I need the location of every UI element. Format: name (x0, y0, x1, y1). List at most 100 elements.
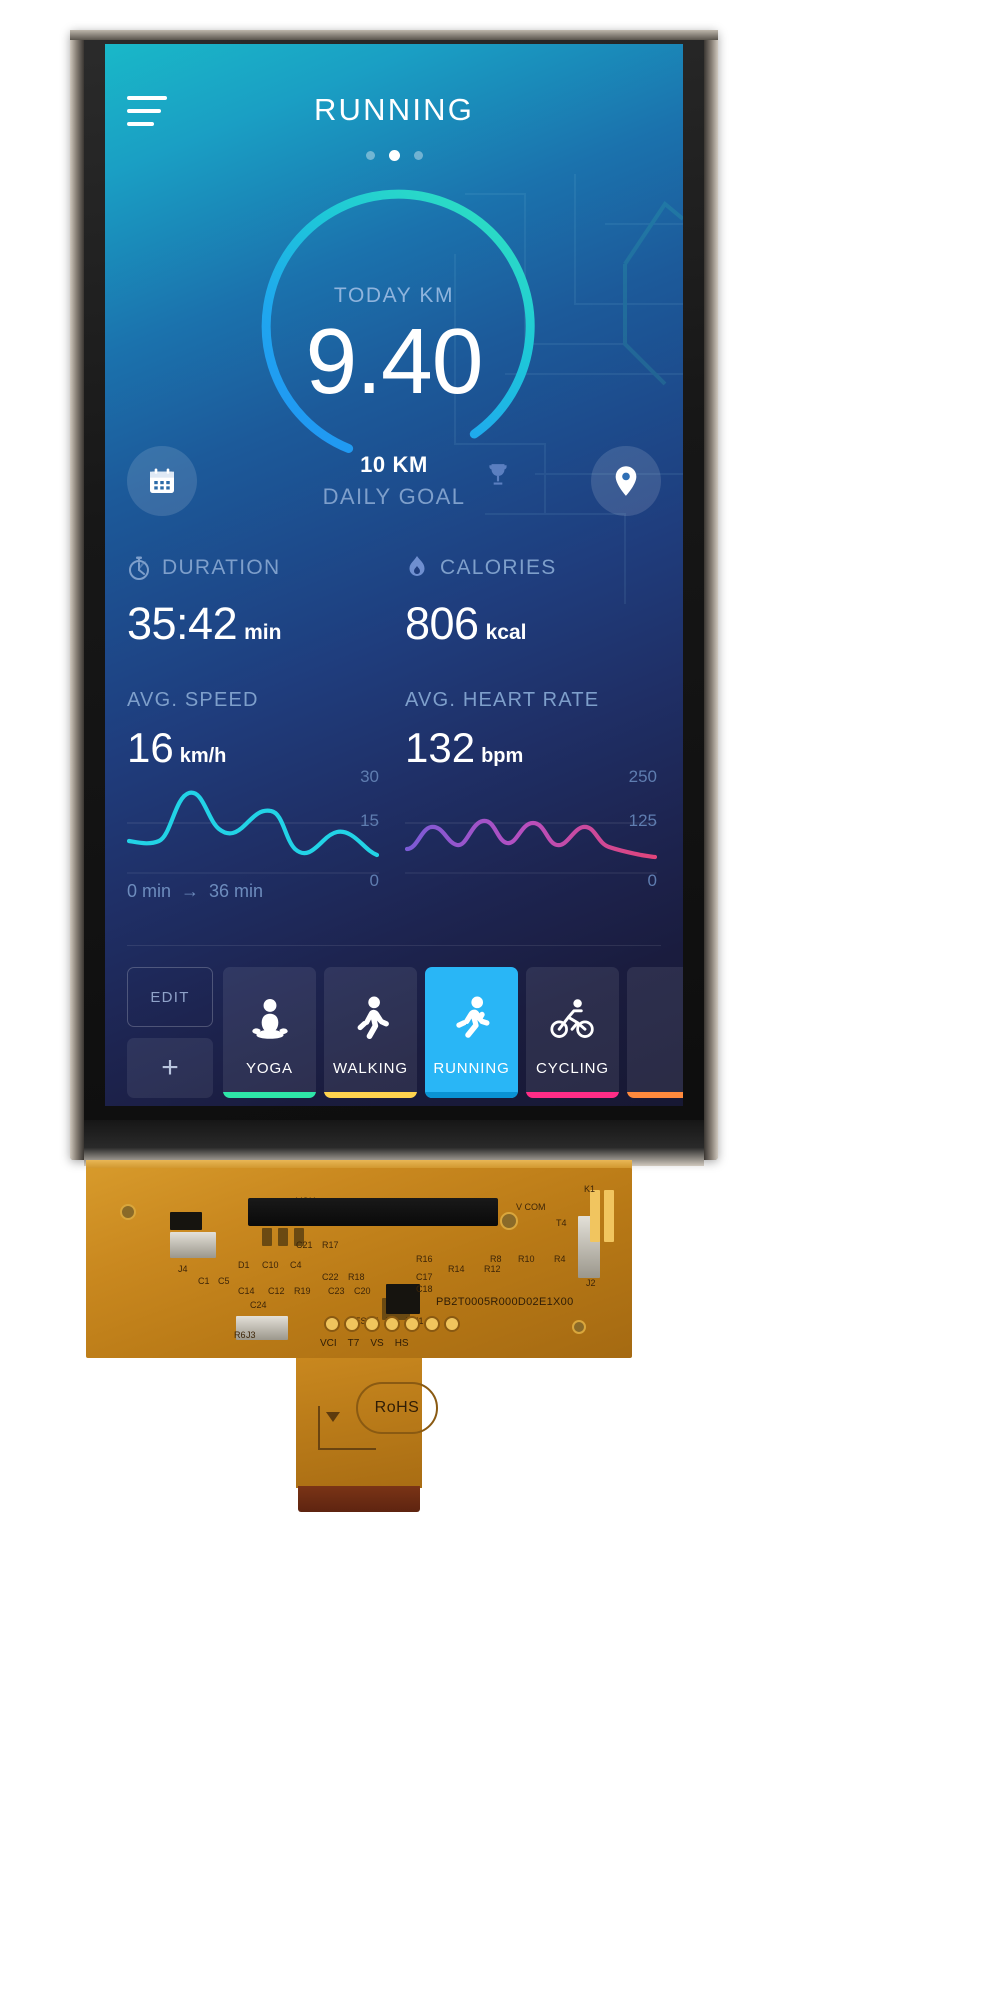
pcb-silkscreen-label: C20 (354, 1286, 371, 1296)
test-point (364, 1316, 380, 1332)
test-point-row (324, 1316, 460, 1332)
test-point (324, 1316, 340, 1332)
stat-unit: min (244, 621, 282, 644)
arrow-right-icon: → (181, 881, 200, 901)
edit-button-label: EDIT (150, 988, 190, 1006)
chart-x-end: 36 min (209, 881, 264, 901)
location-button[interactable] (591, 446, 661, 516)
chart-unit: km/h (179, 745, 227, 767)
activity-tab-accent (425, 1092, 518, 1098)
chart-unit: bpm (481, 745, 524, 767)
stat-number: 806 (405, 598, 479, 649)
activity-tabs: YOGA WALKING RUNNING CYCLING (223, 967, 683, 1098)
chart-x-start: 0 min (127, 881, 172, 901)
activity-tab-accent (223, 1092, 316, 1098)
stopwatch-icon (129, 556, 149, 580)
pcb-silkscreen-label: C23 (328, 1286, 345, 1296)
activity-tab-cycling[interactable]: CYCLING (526, 967, 619, 1098)
pcb-silkscreen-label: R6 (234, 1330, 246, 1340)
driver-ic (248, 1198, 498, 1226)
calendar-button[interactable] (127, 446, 197, 516)
location-pin-icon (615, 466, 637, 496)
pcb-silkscreen-label: K1 (584, 1184, 596, 1194)
test-point-labels: VCI T7 VS HS (320, 1338, 570, 1349)
chart-number: 16 (127, 724, 174, 771)
chart-panels: AVG. SPEED 16 km/h 30 15 0 0 min → 36 mi… (105, 689, 683, 939)
pcb-silkscreen-label: J2 (586, 1278, 596, 1288)
pcb-silkscreen-label: T4 (556, 1218, 567, 1228)
page-dot[interactable] (413, 151, 423, 160)
activity-tab-label: WALKING (333, 1060, 408, 1077)
chart-avg-speed: AVG. SPEED 16 km/h 30 15 0 0 min → 36 mi… (126, 689, 380, 929)
test-pad-k1 (590, 1190, 600, 1242)
test-point (424, 1316, 440, 1332)
pcb-silkscreen-label: R17 (322, 1240, 339, 1250)
pcb-silkscreen-label: R12 (484, 1264, 501, 1274)
running-icon (455, 996, 489, 1038)
page-title: RUNNING (313, 92, 475, 127)
stat-unit: kcal (485, 621, 527, 644)
bezel-top-edge (70, 30, 718, 40)
pcb-silkscreen-label: C18 (416, 1284, 433, 1294)
pcb-silkscreen-label: J4 (178, 1264, 188, 1274)
chart-value: 132 bpm (405, 724, 657, 772)
divider (127, 945, 661, 946)
pcb-silkscreen-label: R4 (554, 1254, 566, 1264)
page-dot[interactable] (365, 151, 375, 160)
speed-sparkline (126, 790, 380, 874)
pcb-silkscreen-label: C5 (218, 1276, 230, 1286)
chart-tick-low: 0 (647, 871, 657, 890)
test-point-label: HS (394, 1338, 409, 1349)
add-activity-button[interactable]: + (127, 1038, 213, 1098)
stat-duration: DURATION 35:42 min (127, 554, 397, 650)
pcb-silkscreen-label: C12 (268, 1286, 285, 1296)
activity-tab-more[interactable] (627, 967, 683, 1098)
test-point-label: T7 (347, 1338, 360, 1349)
pcb-silkscreen-label: C22 (322, 1272, 339, 1282)
yoga-icon (251, 998, 288, 1039)
pcb-silkscreen-label: J3 (246, 1330, 256, 1340)
pcb-silkscreen-label: C1 (198, 1276, 210, 1286)
activity-tab-accent (627, 1092, 683, 1098)
stat-value: 806 kcal (405, 598, 675, 650)
stat-value: 35:42 min (127, 598, 397, 650)
page-indicator[interactable] (105, 150, 683, 161)
page-dot-active[interactable] (388, 150, 400, 161)
test-point-label: VS (370, 1338, 384, 1349)
edit-button[interactable]: EDIT (127, 967, 213, 1027)
app-header: RUNNING (105, 44, 683, 164)
calendar-icon (150, 468, 174, 493)
mounting-via-2 (500, 1212, 518, 1230)
hero-label: TODAY KM (333, 284, 455, 307)
smd-ic-small (170, 1212, 202, 1230)
activity-tab-accent (526, 1092, 619, 1098)
bezel-right-edge (704, 30, 718, 1160)
pcb-silkscreen-label: R18 (348, 1272, 365, 1282)
activity-tab-label: RUNNING (433, 1060, 510, 1077)
chart-tick-mid: 125 (628, 811, 657, 830)
distance-hero: TODAY KM 9.40 10 KM DAILY GOAL (105, 174, 683, 554)
test-point (404, 1316, 420, 1332)
pcb-silkscreen-label: C17 (416, 1272, 433, 1282)
activity-tab-yoga[interactable]: YOGA (223, 967, 316, 1098)
activity-bar: EDIT + YOGA WALKING RUNNING CYCLING (105, 945, 683, 1106)
chart-tick-high: 30 (360, 767, 379, 786)
pcb-silkscreen-label: R14 (448, 1264, 465, 1274)
pcb-silkscreen-label: R16 (416, 1254, 433, 1264)
activity-tab-walking[interactable]: WALKING (324, 967, 417, 1098)
chart-avg-heart-rate: AVG. HEART RATE 132 bpm 250 125 0 (404, 689, 658, 929)
summary-stats: DURATION 35:42 min CALORIES 806 kcal (105, 554, 683, 674)
test-pad-k2 (604, 1190, 614, 1242)
activity-tab-running[interactable]: RUNNING (425, 967, 518, 1098)
chart-tick-mid: 15 (360, 811, 379, 830)
pcb-silkscreen-label: C10 (262, 1260, 279, 1270)
distance-value: 9.40 (305, 309, 483, 413)
stat-number: 35:42 (127, 598, 238, 649)
stat-label: CALORIES (440, 556, 557, 579)
chart-title: AVG. HEART RATE (405, 689, 600, 711)
chart-title: AVG. SPEED (127, 689, 259, 711)
flex-cable-contacts (298, 1486, 420, 1512)
pcb-silkscreen-label: R8 (490, 1254, 502, 1264)
pcb-silkscreen-label: C4 (290, 1260, 302, 1270)
flame-icon (409, 556, 425, 576)
